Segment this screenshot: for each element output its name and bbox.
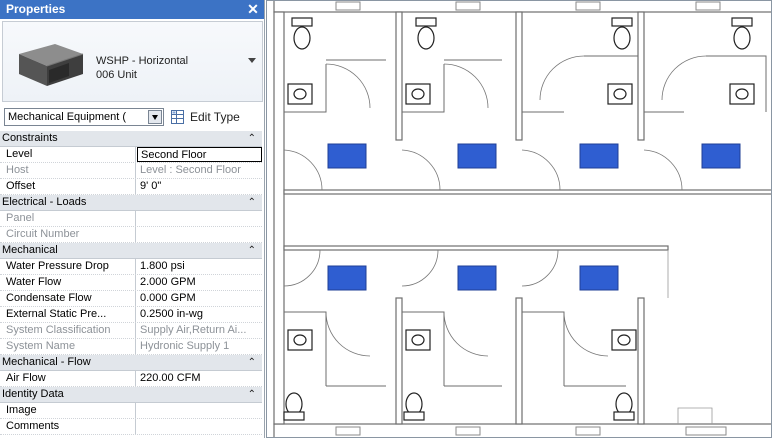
properties-title: Properties <box>6 2 66 16</box>
property-value[interactable]: 220.00 CFM <box>137 371 262 386</box>
property-value[interactable]: 0.2500 in-wg <box>137 307 262 322</box>
property-row-circuit-number: Circuit Number <box>0 227 262 243</box>
property-name: System Classification <box>0 323 136 338</box>
property-value: Hydronic Supply 1 <box>140 340 230 352</box>
group-label: Mechanical <box>2 244 58 256</box>
property-row-system-name: System Name Hydronic Supply 1 <box>0 339 262 355</box>
property-value-input[interactable]: Second Floor <box>137 147 262 162</box>
property-row-offset[interactable]: Offset 9' 0" <box>0 179 262 195</box>
chevron-up-icon[interactable]: ⌃ <box>248 355 256 370</box>
property-name: Level <box>0 147 136 162</box>
property-row-water-pressure-drop[interactable]: Water Pressure Drop 1.800 psi <box>0 259 262 275</box>
property-value <box>137 211 262 226</box>
property-row-host: Host Level : Second Floor <box>0 163 262 179</box>
property-row-water-flow[interactable]: Water Flow 2.000 GPM <box>0 275 262 291</box>
chevron-up-icon[interactable]: ⌃ <box>248 387 256 402</box>
group-identity-data[interactable]: Identity Data ⌃ <box>0 387 262 403</box>
close-icon[interactable]: ✕ <box>246 1 260 17</box>
group-mechanical[interactable]: Mechanical ⌃ <box>0 243 262 259</box>
chevron-down-icon[interactable] <box>148 110 162 124</box>
properties-title-bar[interactable]: Properties ✕ <box>0 0 264 19</box>
property-row-external-static-pressure[interactable]: External Static Pre... 0.2500 in-wg <box>0 307 262 323</box>
group-constraints[interactable]: Constraints ⌃ <box>0 131 262 147</box>
property-value[interactable] <box>137 419 262 434</box>
property-name: System Name <box>0 339 136 354</box>
properties-palette: Properties ✕ WSHP - Horizontal 006 Unit … <box>0 0 265 438</box>
property-name: Condensate Flow <box>0 291 136 306</box>
drawing-canvas[interactable] <box>266 0 772 438</box>
property-value[interactable]: 0.000 GPM <box>137 291 262 306</box>
type-name-line2: 006 Unit <box>96 69 137 81</box>
group-label: Mechanical - Flow <box>2 356 91 368</box>
property-name: External Static Pre... <box>0 307 136 322</box>
property-value: Supply Air,Return Ai... <box>140 324 247 336</box>
chevron-up-icon[interactable]: ⌃ <box>248 243 256 258</box>
dropdown-arrow-icon[interactable] <box>248 58 256 63</box>
property-value[interactable]: 9' 0" <box>137 179 262 194</box>
group-label: Identity Data <box>2 388 64 400</box>
element-filter-value: Mechanical Equipment ( <box>8 111 127 123</box>
chevron-up-icon[interactable]: ⌃ <box>248 195 256 210</box>
property-row-comments[interactable]: Comments <box>0 419 262 435</box>
property-value[interactable]: 2.000 GPM <box>137 275 262 290</box>
edit-type-icon <box>171 110 184 124</box>
property-name: Circuit Number <box>0 227 136 242</box>
group-electrical-loads[interactable]: Electrical - Loads ⌃ <box>0 195 262 211</box>
element-filter-select[interactable]: Mechanical Equipment ( <box>4 108 164 126</box>
property-row-image[interactable]: Image <box>0 403 262 419</box>
group-label: Electrical - Loads <box>2 196 87 208</box>
floor-plan[interactable] <box>266 0 772 438</box>
property-row-level[interactable]: Level Second Floor <box>0 147 262 163</box>
type-name-line1: WSHP - Horizontal <box>96 55 189 67</box>
filter-row: Mechanical Equipment ( Edit Type <box>2 106 263 128</box>
property-name: Panel <box>0 211 136 226</box>
property-name: Air Flow <box>0 371 136 386</box>
group-label: Constraints <box>2 132 58 144</box>
property-row-condensate-flow[interactable]: Condensate Flow 0.000 GPM <box>0 291 262 307</box>
property-name: Image <box>0 403 136 418</box>
property-row-system-classification: System Classification Supply Air,Return … <box>0 323 262 339</box>
property-grid: Constraints ⌃ Level Second Floor Host Le… <box>0 131 262 435</box>
edit-type-label: Edit Type <box>190 110 240 124</box>
equipment-thumbnail-icon <box>19 44 84 86</box>
property-name: Water Flow <box>0 275 136 290</box>
type-selector[interactable]: WSHP - Horizontal 006 Unit <box>2 21 263 102</box>
property-row-air-flow[interactable]: Air Flow 220.00 CFM <box>0 371 262 387</box>
group-mechanical-flow[interactable]: Mechanical - Flow ⌃ <box>0 355 262 371</box>
property-value[interactable]: 1.800 psi <box>137 259 262 274</box>
type-name: WSHP - Horizontal 006 Unit <box>96 54 226 82</box>
property-name: Comments <box>0 419 136 434</box>
property-value[interactable] <box>137 403 262 418</box>
chevron-up-icon[interactable]: ⌃ <box>248 131 256 146</box>
property-name: Offset <box>0 179 136 194</box>
property-name: Water Pressure Drop <box>0 259 136 274</box>
edit-type-button[interactable]: Edit Type <box>170 107 262 127</box>
property-row-panel: Panel <box>0 211 262 227</box>
property-value <box>137 227 262 242</box>
property-name: Host <box>0 163 136 178</box>
property-value: Level : Second Floor <box>140 164 241 176</box>
